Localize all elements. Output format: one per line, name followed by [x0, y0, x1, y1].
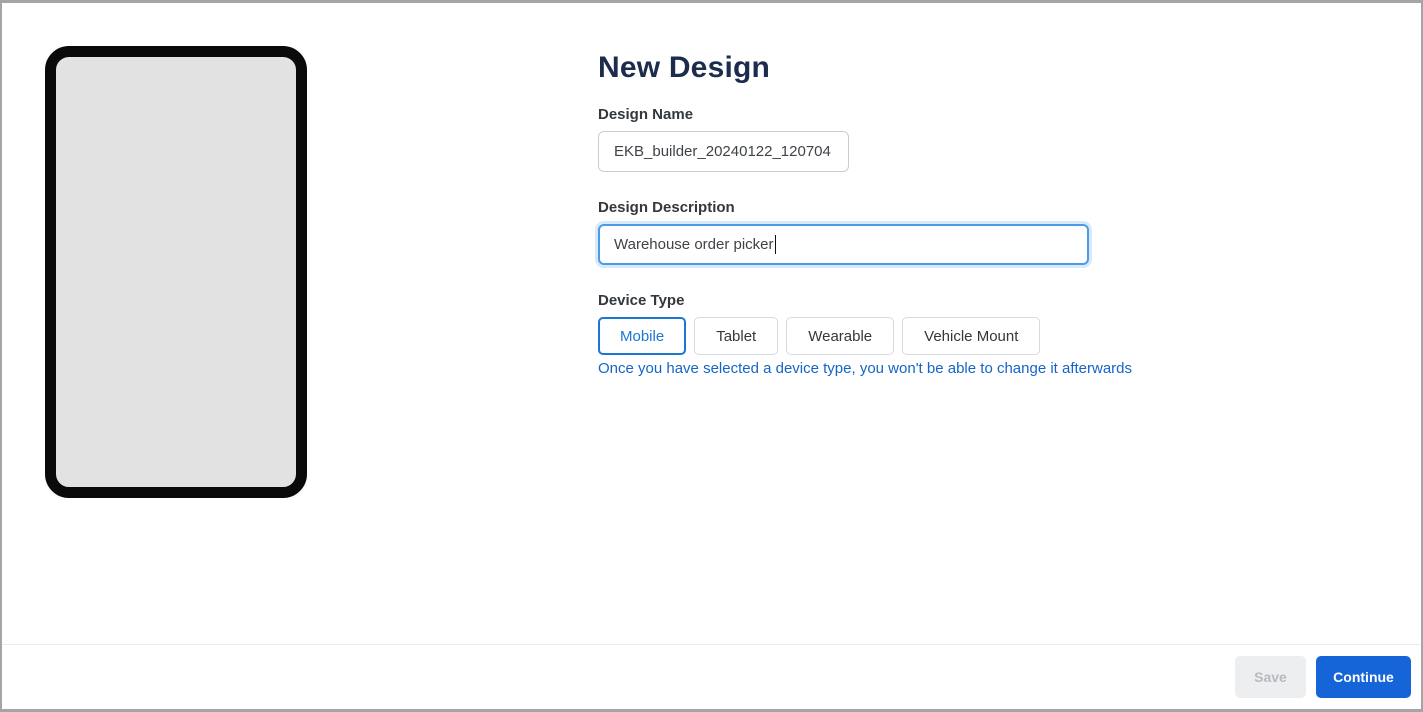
- text-caret: [775, 235, 776, 254]
- device-type-mobile-button[interactable]: Mobile: [598, 317, 686, 355]
- save-button[interactable]: Save: [1235, 656, 1306, 698]
- design-description-value: Warehouse order picker: [614, 236, 774, 253]
- device-type-tablet-button[interactable]: Tablet: [694, 317, 778, 355]
- design-name-input[interactable]: [598, 131, 849, 172]
- design-name-label: Design Name: [598, 106, 693, 123]
- device-type-vehicle-mount-button[interactable]: Vehicle Mount: [902, 317, 1040, 355]
- design-description-input[interactable]: Warehouse order picker: [598, 224, 1089, 265]
- device-type-label: Device Type: [598, 292, 684, 309]
- device-type-note: Once you have selected a device type, yo…: [598, 360, 1132, 377]
- design-description-label: Design Description: [598, 199, 735, 216]
- new-design-page: New Design Design Name Design Descriptio…: [0, 0, 1423, 712]
- mobile-device-preview: [45, 46, 307, 498]
- device-type-wearable-button[interactable]: Wearable: [786, 317, 894, 355]
- continue-button[interactable]: Continue: [1316, 656, 1411, 698]
- device-type-button-group: Mobile Tablet Wearable Vehicle Mount: [598, 317, 1040, 355]
- footer-action-bar: Save Continue: [2, 644, 1421, 709]
- page-title: New Design: [598, 51, 770, 85]
